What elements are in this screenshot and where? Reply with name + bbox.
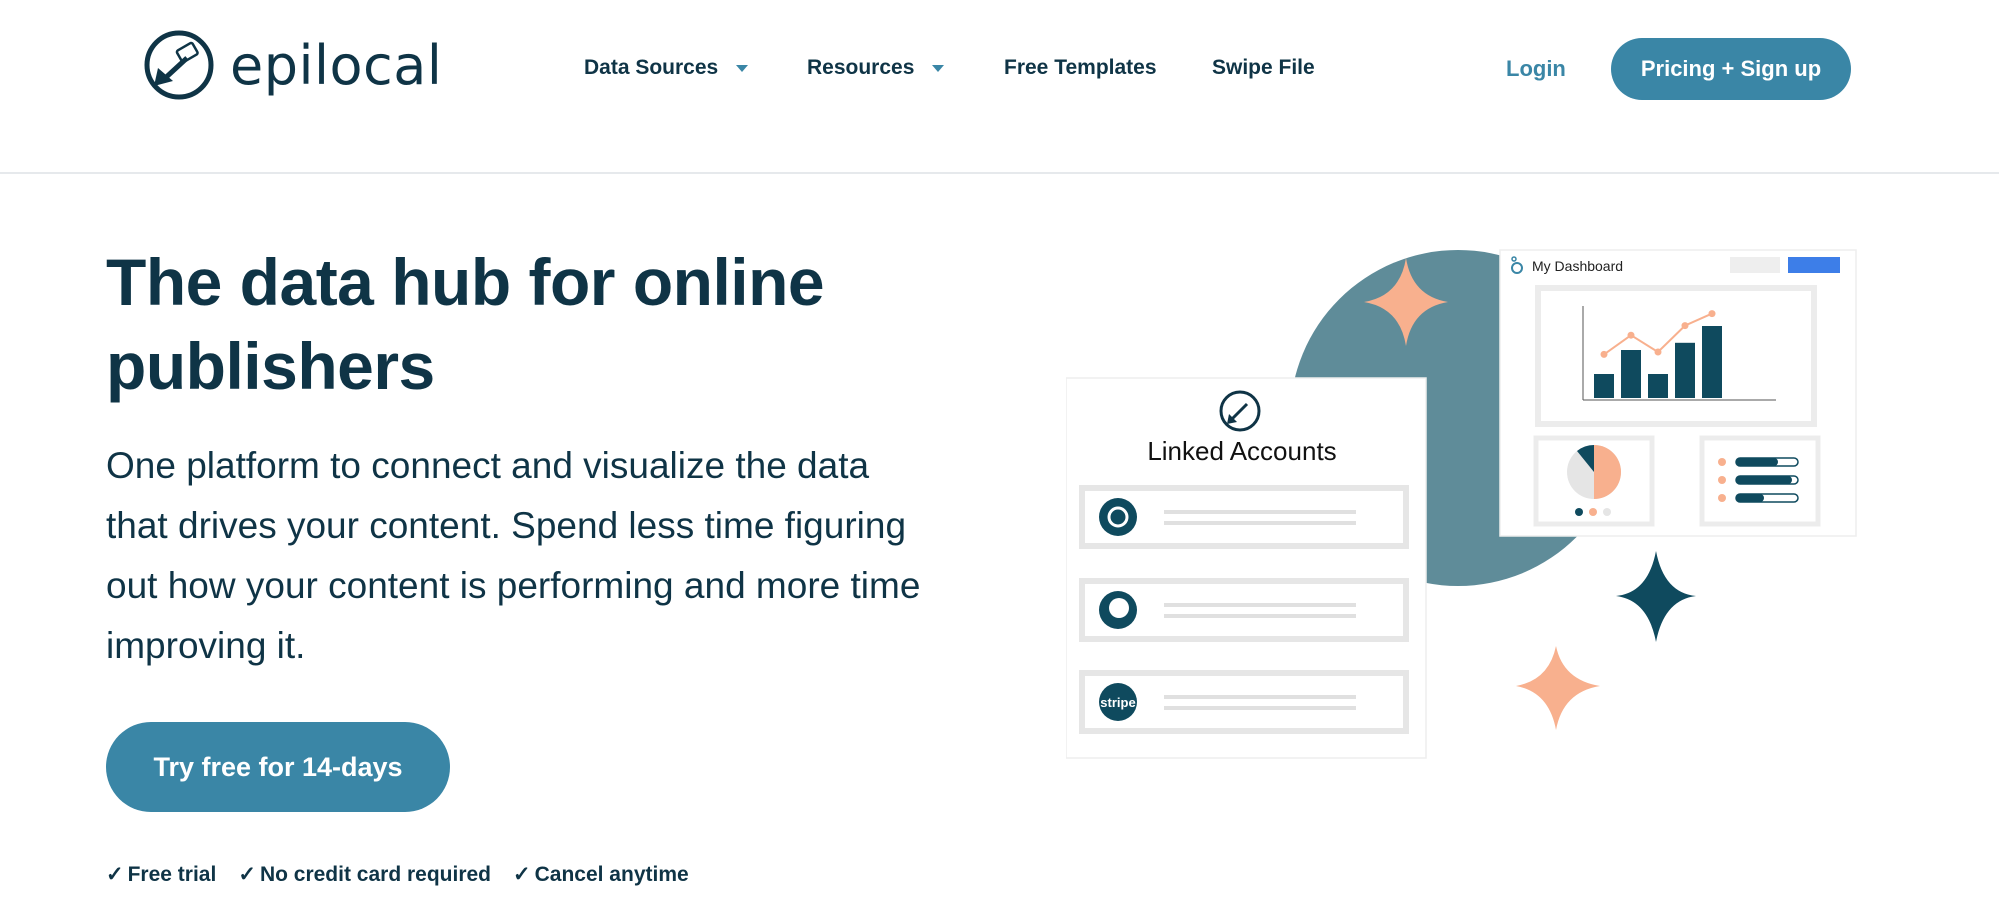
account-row (1079, 485, 1409, 549)
account-row (1079, 578, 1409, 642)
benefit-label: Cancel anytime (534, 862, 689, 886)
mini-line-point (1627, 331, 1635, 339)
hero-title: The data hub for online publishers (106, 245, 825, 403)
linked-accounts-card: Linked Accounts stripe (1066, 377, 1427, 759)
stripe-label: stripe (1100, 695, 1135, 710)
nav-item-label: Resources (807, 56, 915, 79)
brand-name: epilocal (230, 33, 443, 97)
hero-illustration: Linked Accounts stripe My Dashboard (1066, 249, 1857, 759)
mailchimp-icon (1099, 498, 1137, 536)
logo-icon (144, 30, 214, 100)
try-free-button[interactable]: Try free for 14-days (106, 722, 450, 812)
benefit-label: Free trial (127, 862, 217, 886)
mini-bar (1702, 326, 1722, 398)
checkmark-icon: ✓ (513, 863, 531, 886)
nav-item-swipe-file[interactable]: Swipe File (1212, 56, 1315, 80)
brand-logo[interactable]: epilocal (142, 28, 442, 102)
dashboard-title: My Dashboard (1532, 258, 1623, 274)
site-header: epilocal Data Sources Resources Free Tem… (0, 0, 1999, 174)
mini-line-point (1654, 348, 1662, 356)
login-link[interactable]: Login (1506, 56, 1566, 82)
pricing-signup-button[interactable]: Pricing + Sign up (1611, 38, 1851, 100)
chevron-down-icon (736, 64, 749, 72)
dashboard-placeholder-button (1730, 257, 1780, 273)
nav-item-resources[interactable]: Resources (807, 56, 945, 80)
mini-bar (1648, 374, 1668, 398)
sparkle-icon (1616, 551, 1696, 642)
nav-item-free-templates[interactable]: Free Templates (1004, 56, 1157, 80)
linked-accounts-title: Linked Accounts (1147, 436, 1336, 466)
mini-bar (1594, 374, 1614, 398)
nav-item-label: Swipe File (1212, 56, 1315, 79)
sparkle-icon (1516, 646, 1600, 730)
mini-line-point (1600, 350, 1608, 358)
mini-line-point (1681, 322, 1689, 330)
checkmark-icon: ✓ (238, 863, 256, 886)
dashboard-card: My Dashboard (1499, 249, 1857, 537)
benefit-item: ✓ Cancel anytime (513, 862, 689, 887)
nav-item-label: Data Sources (584, 56, 719, 79)
account-row: stripe (1079, 670, 1409, 734)
nav-item-label: Free Templates (1004, 56, 1157, 79)
dashboard-action-button (1788, 257, 1840, 273)
benefit-item: ✓ Free trial (106, 862, 216, 887)
benefits-list: ✓ Free trial ✓ No credit card required ✓… (106, 862, 711, 887)
hero-subtitle: One platform to connect and visualize th… (106, 445, 921, 666)
mini-bar (1621, 350, 1641, 398)
mini-bar (1675, 342, 1695, 398)
benefit-item: ✓ No credit card required (238, 862, 491, 887)
benefit-label: No credit card required (259, 862, 491, 886)
checkmark-icon: ✓ (106, 863, 124, 886)
nav-item-data-sources[interactable]: Data Sources (584, 56, 749, 80)
mini-line-point (1708, 310, 1716, 318)
chevron-down-icon (932, 64, 945, 72)
